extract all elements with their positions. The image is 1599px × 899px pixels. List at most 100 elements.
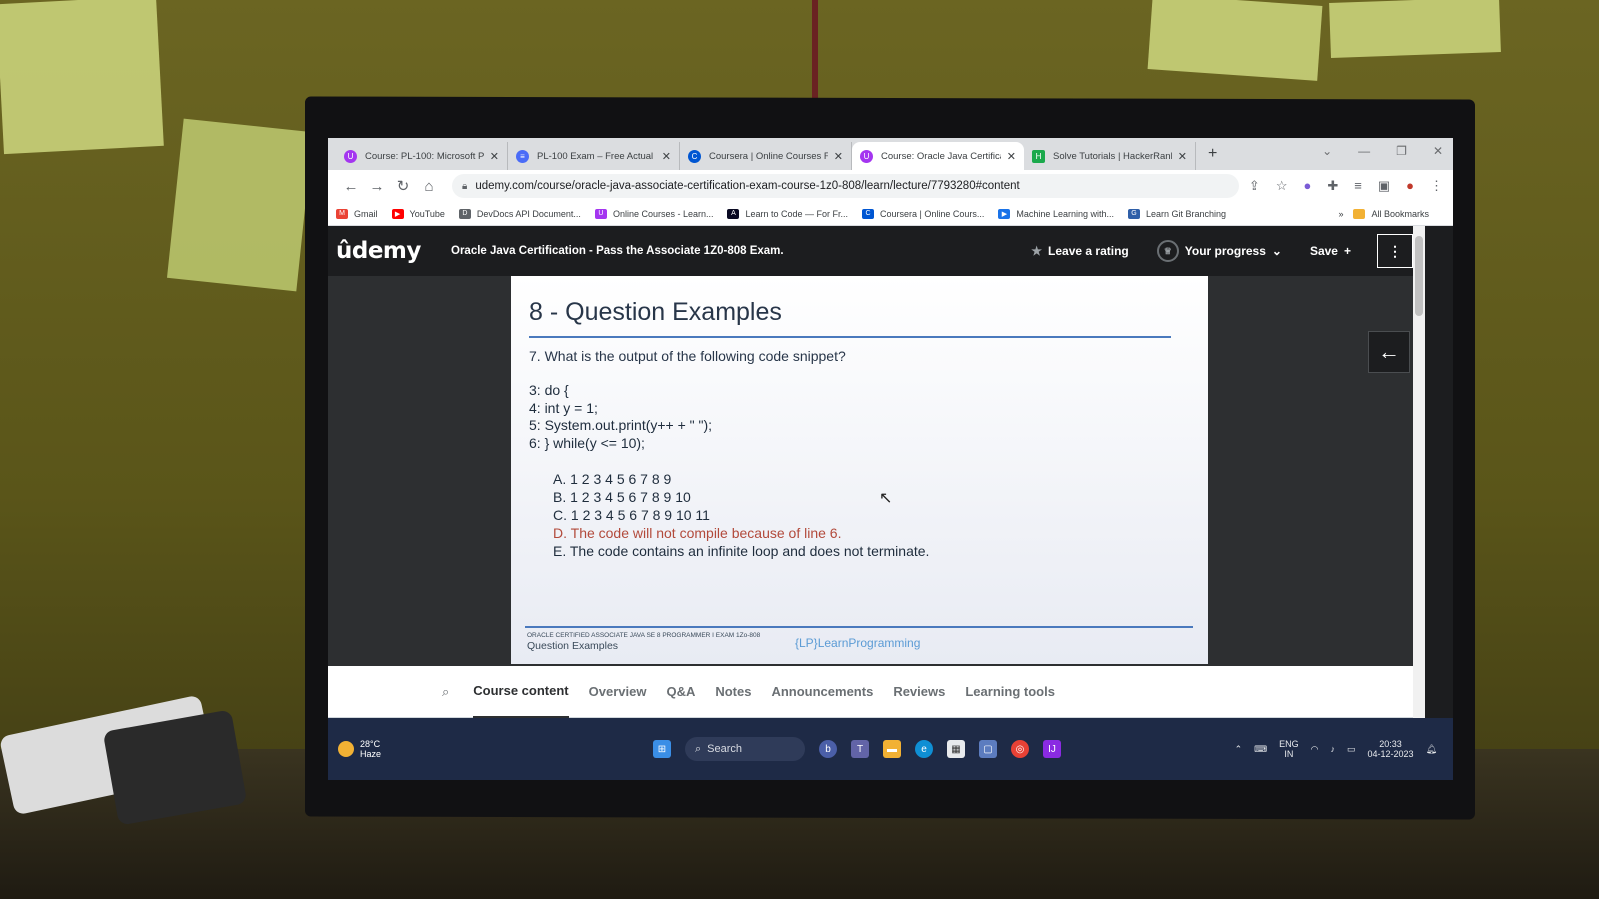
tab-reviews[interactable]: Reviews [893, 666, 945, 718]
footer-exam-label: ORACLE CERTIFIED ASSOCIATE JAVA SE 8 PRO… [527, 632, 761, 639]
close-icon[interactable]: ✕ [490, 150, 499, 163]
bookmark-item[interactable]: D DevDocs API Document... [458, 208, 581, 219]
address-toolbar: ← → ↻ ⌂ 🔒︎ udemy.com/course/oracle-java-… [328, 170, 1453, 202]
bookmark-label: DevDocs API Document... [476, 208, 581, 219]
reading-list-icon[interactable]: ≡ [1354, 178, 1362, 194]
save-label: Save [1309, 244, 1338, 258]
language-indicator[interactable]: ENG IN [1279, 739, 1299, 759]
leave-rating-button[interactable]: ★ Leave a rating [1031, 244, 1128, 258]
new-tab-button[interactable]: + [1208, 145, 1217, 163]
browser-tab[interactable]: C Coursera | Online Courses Fro ✕ [680, 142, 852, 170]
scrollbar-thumb[interactable] [1415, 236, 1423, 316]
puzzle-icon[interactable]: ✚ [1327, 178, 1338, 194]
browser-tab[interactable]: U Course: PL-100: Microsoft Pow ✕ [336, 142, 508, 170]
app-icon[interactable]: ▢ [979, 740, 997, 758]
browser-tab[interactable]: H Solve Tutorials | HackerRank ✕ [1024, 142, 1196, 170]
answer-option: A. 1 2 3 4 5 6 7 8 9 [553, 471, 672, 487]
progress-button[interactable]: ♕ Your progress ⌄ [1156, 240, 1282, 262]
bookmark-item[interactable]: ▶ Machine Learning with... [998, 208, 1114, 219]
bookmark-item[interactable]: G Learn Git Branching [1127, 208, 1226, 219]
share-icon[interactable]: ⇪ [1249, 178, 1260, 194]
file-explorer-icon[interactable]: ▬ [883, 740, 901, 758]
chrome-icon[interactable]: ◎ [1011, 740, 1029, 758]
store-icon[interactable]: ▦ [947, 740, 965, 758]
kebab-icon: ⋮ [1388, 242, 1402, 259]
copilot-icon[interactable]: b [819, 740, 837, 758]
title-divider [529, 336, 1171, 338]
close-icon[interactable]: ✕ [662, 150, 671, 163]
bookmark-star-icon[interactable]: ☆ [1276, 178, 1288, 194]
weather-condition: Haze [360, 749, 382, 759]
tab-overview[interactable]: Overview [589, 666, 647, 718]
bookmark-item[interactable]: U Online Courses - Learn... [594, 208, 713, 219]
wifi-icon[interactable]: ◠ [1311, 744, 1319, 755]
weather-widget[interactable]: 28°C Haze [338, 739, 558, 759]
notification-bell-icon[interactable]: 🔔︎ [1426, 744, 1437, 755]
teams-icon[interactable]: T [851, 740, 869, 758]
plus-icon: + [1343, 244, 1351, 258]
code-line: 6: } while(y <= 10); [529, 434, 645, 451]
search-icon[interactable]: ⌕ [442, 684, 449, 700]
bookmark-item[interactable]: C Coursera | Online Cours... [862, 208, 984, 219]
close-window-button[interactable]: ✕ [1433, 144, 1443, 158]
cable [812, 0, 818, 100]
arrow-left-icon: ← [1378, 339, 1400, 364]
tab-qa[interactable]: Q&A [666, 666, 695, 718]
save-button[interactable]: Save + [1310, 244, 1351, 258]
tab-search-icon[interactable]: ⌄ [1322, 144, 1332, 158]
all-bookmarks-button[interactable]: All Bookmarks [1353, 208, 1429, 219]
close-icon[interactable]: ✕ [1007, 150, 1016, 163]
extension-icon[interactable]: ● [1303, 178, 1311, 194]
chevron-up-icon[interactable]: ⌃ [1235, 744, 1243, 755]
maximize-button[interactable]: ❐ [1396, 144, 1407, 158]
forward-icon[interactable]: → [364, 178, 390, 195]
taskbar-search[interactable]: ⌕ Search [685, 737, 805, 761]
reload-icon[interactable]: ↻ [390, 177, 416, 195]
sticky-note [166, 118, 314, 292]
clock[interactable]: 20:33 04-12-2023 [1368, 739, 1414, 759]
kebab-menu-icon[interactable]: ⋮ [1430, 178, 1443, 194]
battery-icon[interactable]: ▭ [1347, 744, 1356, 755]
bookmark-item[interactable]: ▶ YouTube [391, 208, 445, 219]
course-title[interactable]: Oracle Java Certification - Pass the Ass… [451, 245, 784, 257]
url-bar[interactable]: 🔒︎ udemy.com/course/oracle-java-associat… [452, 174, 1239, 198]
back-icon[interactable]: ← [338, 178, 364, 195]
side-panel-icon[interactable]: ▣ [1378, 178, 1390, 194]
profile-avatar[interactable]: ● [1406, 178, 1414, 194]
intellij-icon[interactable]: IJ [1043, 740, 1061, 758]
bookmark-item[interactable]: M Gmail [336, 208, 378, 219]
volume-icon[interactable]: ♪ [1331, 744, 1336, 754]
edge-icon[interactable]: e [915, 740, 933, 758]
bookmark-item[interactable]: A Learn to Code — For Fr... [727, 208, 848, 219]
bookmarks-bar: M Gmail ▶ YouTube D DevDocs API Document...… [328, 202, 1453, 226]
progress-label: Your progress [1184, 244, 1266, 258]
lecture-slide: 8 - Question Examples 7. What is the out… [511, 276, 1208, 664]
keyboard-icon[interactable]: ⌨ [1254, 744, 1267, 755]
tab-announcements[interactable]: Announcements [771, 666, 873, 718]
close-icon[interactable]: ✕ [1178, 150, 1187, 163]
hackerrank-icon: H [1032, 149, 1045, 163]
home-icon[interactable]: ⌂ [416, 178, 442, 195]
more-bookmarks-icon[interactable]: » [1338, 209, 1343, 219]
video-player[interactable]: 8 - Question Examples 7. What is the out… [328, 276, 1413, 666]
more-menu-button[interactable]: ⋮ [1377, 234, 1413, 268]
tab-course-content[interactable]: Course content [473, 666, 569, 718]
leave-rating-label: Leave a rating [1048, 244, 1129, 258]
minimize-button[interactable]: — [1358, 144, 1370, 158]
mouse-cursor-icon: ↖ [879, 490, 893, 507]
code-snippet: 3: do { 4: int y = 1; 5: System.out.prin… [529, 382, 712, 452]
tab-learning-tools[interactable]: Learning tools [965, 666, 1055, 718]
language-bottom: IN [1284, 749, 1294, 759]
expand-sidebar-button[interactable]: ← [1368, 331, 1410, 373]
close-icon[interactable]: ✕ [834, 150, 843, 163]
tab-label: Solve Tutorials | HackerRank [1053, 150, 1172, 162]
system-tray: ⌃ ⌨ ENG IN ◠ ♪ ▭ 20:33 04-12-2023 🔔︎ [1235, 739, 1437, 759]
tab-notes[interactable]: Notes [715, 666, 751, 718]
udemy-logo[interactable]: ûdemy [336, 238, 451, 264]
page-scrollbar[interactable] [1413, 226, 1425, 718]
windows-start-icon[interactable]: ⊞ [653, 740, 671, 758]
udemy-icon: U [594, 208, 607, 219]
browser-tab[interactable]: ≡ PL-100 Exam – Free Actual Q ✕ [508, 142, 680, 170]
browser-tab-active[interactable]: U Course: Oracle Java Certificati ✕ [852, 142, 1024, 170]
tab-label: Coursera | Online Courses Fro [709, 150, 828, 162]
